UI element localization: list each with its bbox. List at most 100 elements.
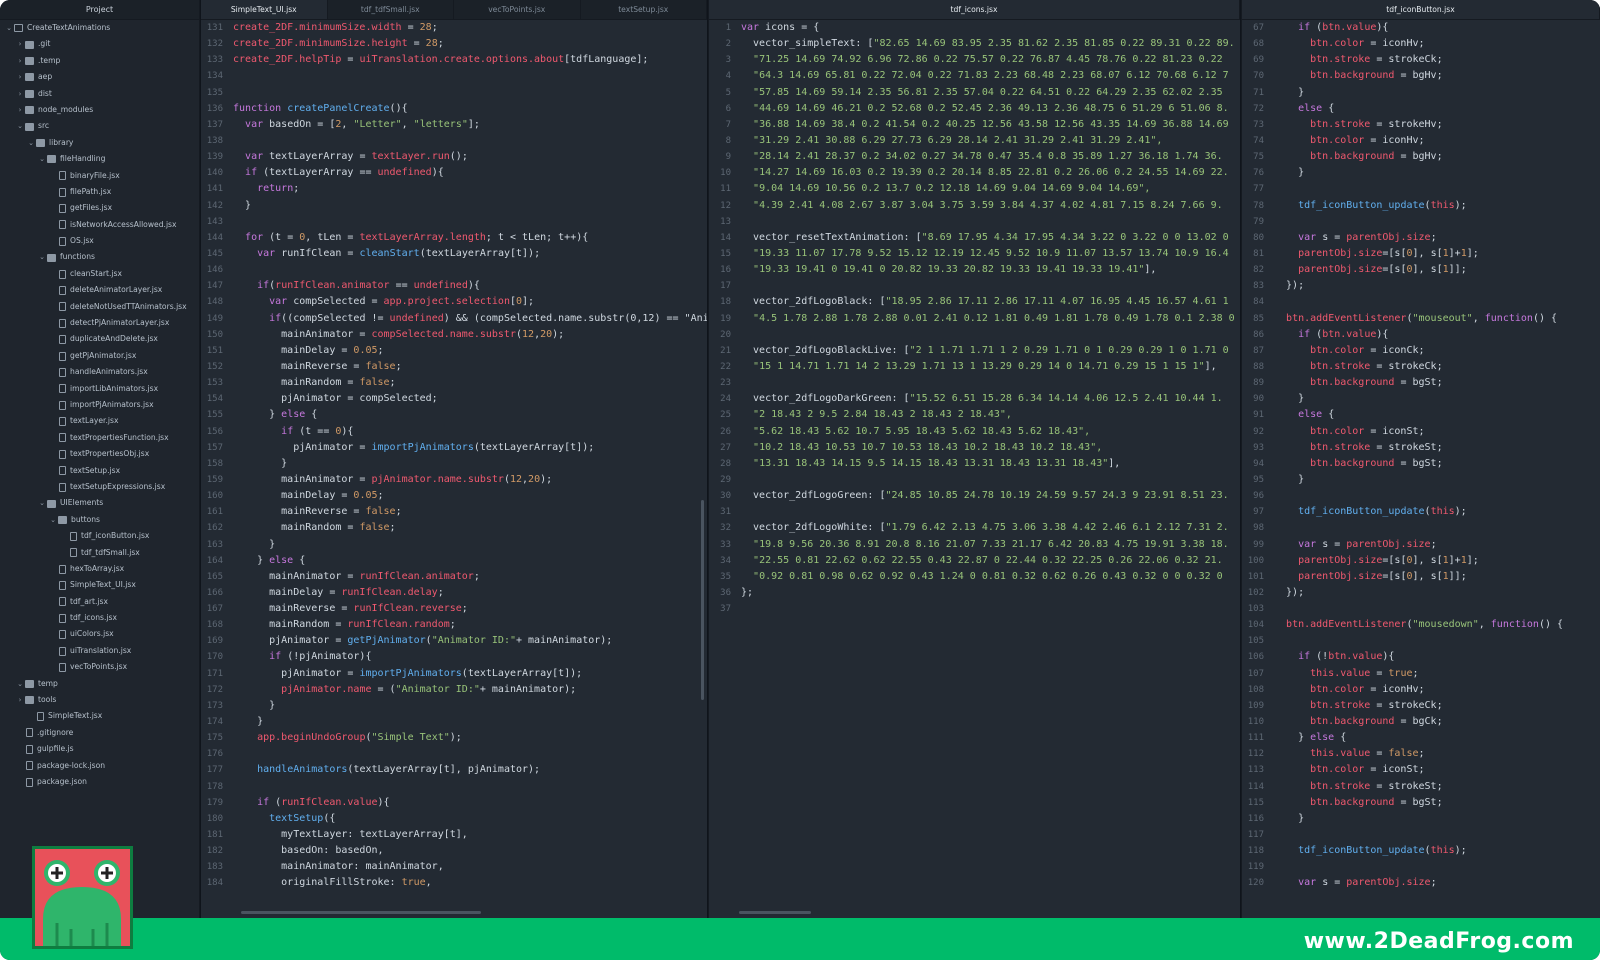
line-number: 35 [720, 571, 731, 582]
tree-folder-item[interactable]: ⌄ buttons [0, 512, 199, 528]
tree-file-item[interactable]: textPropertiesObj.jsx [0, 446, 199, 462]
chevron-down-icon[interactable]: ⌄ [37, 151, 47, 167]
tree-file-item[interactable]: filePath.jsx [0, 184, 199, 200]
code-line: 104 btn.addEventListener("mousedown", fu… [1242, 617, 1600, 633]
editor-tab[interactable]: vecToPoints.jsx [454, 0, 581, 19]
line-text: tdf_iconButton_update(this); [1274, 504, 1467, 520]
chevron-down-icon[interactable]: ⌄ [26, 135, 36, 151]
line-number: 153 [206, 378, 223, 389]
tree-file-item[interactable]: importLibAnimators.jsx [0, 381, 199, 397]
chevron-down-icon[interactable]: ⌄ [4, 20, 14, 36]
tree-file-item[interactable]: textLayer.jsx [0, 413, 199, 429]
tree-file-item[interactable]: package-lock.json [0, 758, 199, 774]
line-text: btn.background = bgSt; [1274, 375, 1442, 391]
tree-folder-item[interactable]: › .temp [0, 53, 199, 69]
tree-folder-item[interactable]: ⌄ library [0, 135, 199, 151]
tree-file-item[interactable]: package.json [0, 774, 199, 790]
code-view[interactable]: 67 if (btn.value){68 btn.color = iconHv;… [1242, 20, 1600, 918]
horizontal-scrollbar[interactable] [739, 911, 811, 914]
tree-folder-item[interactable]: ⌄ fileHandling [0, 151, 199, 167]
tree-file-item[interactable]: .gitignore [0, 725, 199, 741]
tree-file-item[interactable]: hexToArray.jsx [0, 561, 199, 577]
tree-file-item[interactable]: SimpleText.jsx [0, 708, 199, 724]
editor-tab[interactable]: textSetup.jsx [581, 0, 707, 19]
code-line: 157 pjAnimator = importPjAnimators(textL… [201, 440, 707, 456]
code-token: "13.31 18.43 14.15 9.5 14.15 18.43 13.31… [753, 457, 1109, 469]
tree-file-item[interactable]: tdf_iconButton.jsx [0, 528, 199, 544]
chevron-right-icon[interactable]: › [15, 36, 25, 52]
code-token: }); [1274, 280, 1305, 292]
tree-file-item[interactable]: getFiles.jsx [0, 200, 199, 216]
line-number: 31 [720, 507, 731, 518]
tree-file-item[interactable]: cleanStart.jsx [0, 266, 199, 282]
tree-file-item[interactable]: isNetworkAccessAllowed.jsx [0, 217, 199, 233]
tree-item-label: importLibAnimators.jsx [70, 383, 159, 393]
code-view[interactable]: 1 var icons = {2 vector_simpleText: ["82.… [709, 20, 1240, 918]
tree-file-item[interactable]: getPjAnimator.jsx [0, 348, 199, 364]
website-url[interactable]: www.2DeadFrog.com [1304, 929, 1574, 954]
tree-folder-item[interactable]: › node_modules [0, 102, 199, 118]
tree-file-item[interactable]: deleteNotUsedTTAnimators.jsx [0, 299, 199, 315]
editor-tab[interactable]: tdf_tdfSmall.jsx [328, 0, 454, 19]
tree-folder-item[interactable]: › tools [0, 692, 199, 708]
code-token: = iconHv; [1364, 134, 1425, 146]
tree-file-item[interactable]: duplicateAndDelete.jsx [0, 331, 199, 347]
tree-file-item[interactable]: importPjAnimators.jsx [0, 397, 199, 413]
code-line: 110 btn.background = bgCk; [1242, 714, 1600, 730]
tree-folder-item[interactable]: ⌄ UIElements [0, 495, 199, 511]
tree-folder-item[interactable]: ⌄ CreateTextAnimations [0, 20, 199, 36]
tree-file-item[interactable]: tdf_art.jsx [0, 594, 199, 610]
code-token: "mouseout" [1412, 312, 1473, 324]
code-line: 29 [709, 472, 1240, 488]
tree-file-item[interactable]: textSetupExpressions.jsx [0, 479, 199, 495]
tree-file-item[interactable]: vecToPoints.jsx [0, 659, 199, 675]
chevron-right-icon[interactable]: › [15, 86, 25, 102]
tree-folder-item[interactable]: ⌄ temp [0, 676, 199, 692]
tree-file-item[interactable]: handleAnimators.jsx [0, 364, 199, 380]
tree-file-item[interactable]: detectPjAnimatorLayer.jsx [0, 315, 199, 331]
chevron-right-icon[interactable]: › [15, 53, 25, 69]
chevron-down-icon[interactable]: ⌄ [15, 118, 25, 134]
horizontal-scrollbar[interactable] [241, 911, 481, 914]
tree-file-item[interactable]: uiColors.jsx [0, 626, 199, 642]
line-text: for (t = 0, tLen = textLayerArray.length… [233, 230, 588, 246]
tree-file-item[interactable]: textSetup.jsx [0, 463, 199, 479]
chevron-right-icon[interactable]: › [15, 102, 25, 118]
editor-tab[interactable]: tdf_icons.jsx [709, 0, 1240, 19]
tree-folder-item[interactable]: › .git [0, 36, 199, 52]
chevron-down-icon[interactable]: ⌄ [48, 512, 58, 528]
code-token: vector_resetTextAnimation: [ [741, 231, 922, 243]
tree-file-item[interactable]: binaryFile.jsx [0, 168, 199, 184]
tree-file-item[interactable]: gulpfile.js [0, 741, 199, 757]
tree-file-item[interactable]: deleteAnimatorLayer.jsx [0, 282, 199, 298]
code-token: vector_2dfLogoWhite: [ [741, 522, 886, 534]
tree-folder-item[interactable]: ⌄ functions [0, 249, 199, 265]
code-view[interactable]: 131 create_2DF.minimumSize.width = 28; 132… [201, 20, 707, 918]
code-token: "71.25 14.69 74.92 6.96 72.86 0.22 75.57… [753, 54, 1223, 66]
tree-file-item[interactable]: tdf_tdfSmall.jsx [0, 545, 199, 561]
tree-file-item[interactable]: textPropertiesFunction.jsx [0, 430, 199, 446]
chevron-down-icon[interactable]: ⌄ [37, 249, 47, 265]
editor-tab[interactable]: tdf_iconButton.jsx [1242, 0, 1600, 19]
code-line: 100 parentObj.size=[s[0], s[1]+1]; [1242, 553, 1600, 569]
chevron-down-icon[interactable]: ⌄ [37, 495, 47, 511]
tree-file-item[interactable]: uiTranslation.jsx [0, 643, 199, 659]
editor-tab[interactable]: SimpleText_UI.jsx [201, 0, 328, 19]
line-text: pjAnimator.name = ("Animator ID:"+ mainA… [233, 682, 576, 698]
chevron-down-icon[interactable]: ⌄ [15, 676, 25, 692]
line-text: "19.8 9.56 20.36 8.91 20.8 8.16 21.07 7.… [741, 537, 1229, 553]
code-line: 149 if((compSelected != undefined) && (c… [201, 311, 707, 327]
code-token: = iconHv; [1364, 683, 1425, 695]
tree-file-item[interactable]: tdf_icons.jsx [0, 610, 199, 626]
chevron-right-icon[interactable]: › [15, 692, 25, 708]
tree-folder-item[interactable]: › dist [0, 86, 199, 102]
code-line: 84 [1242, 294, 1600, 310]
vertical-scrollbar[interactable] [701, 500, 704, 700]
tree-file-item[interactable]: OS.jsx [0, 233, 199, 249]
tree-folder-item[interactable]: › aep [0, 69, 199, 85]
tree-file-item[interactable]: SimpleText_UI.jsx [0, 577, 199, 593]
tree-folder-item[interactable]: ⌄ src [0, 118, 199, 134]
chevron-right-icon[interactable]: › [15, 69, 25, 85]
line-text: mainRandom = false; [233, 375, 395, 391]
